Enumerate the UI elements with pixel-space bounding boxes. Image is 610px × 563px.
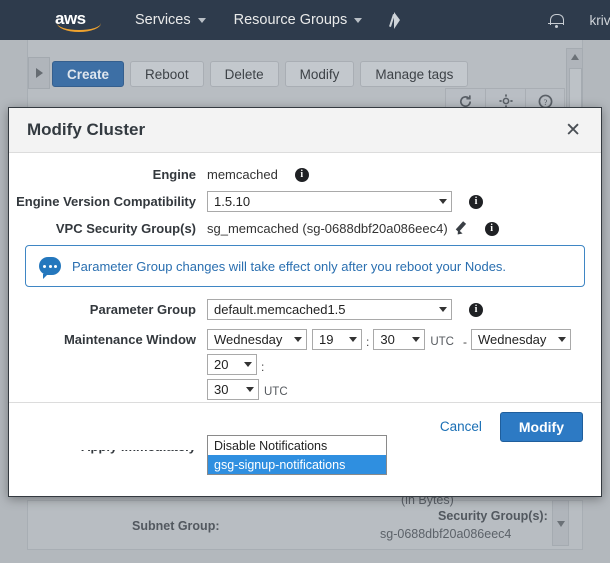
modify-submit-button[interactable]: Modify bbox=[500, 412, 583, 442]
cluster-detail-panel: (in Bytes) Subnet Group: Security Group(… bbox=[27, 500, 583, 550]
banner-text: Parameter Group changes will take effect… bbox=[72, 259, 506, 274]
maintenance-window-row: Maintenance Window Wednesday 19 : 30 bbox=[9, 329, 601, 404]
maintenance-start-minute-value: 30 bbox=[380, 332, 394, 347]
engine-version-value: 1.5.10 bbox=[214, 194, 250, 209]
chevron-down-icon bbox=[439, 307, 447, 312]
engine-value: memcached bbox=[207, 167, 278, 182]
account-menu[interactable]: krive bbox=[589, 13, 610, 28]
svg-text:?: ? bbox=[543, 96, 547, 106]
subnet-group-label: Subnet Group: bbox=[132, 519, 220, 533]
maintenance-end-utc-label: UTC bbox=[264, 386, 288, 398]
cancel-button[interactable]: Cancel bbox=[440, 419, 482, 434]
chevron-right-icon bbox=[36, 68, 43, 78]
chevron-down-icon bbox=[294, 337, 302, 342]
security-group-value: sg-0688dbf20a086eec4 bbox=[380, 527, 511, 541]
aws-logo[interactable]: aws bbox=[55, 10, 107, 31]
sidebar-expander[interactable] bbox=[28, 57, 50, 89]
time-separator: : bbox=[261, 360, 264, 374]
info-icon[interactable]: i bbox=[295, 168, 309, 182]
aws-top-nav: aws Services Resource Groups krive bbox=[0, 0, 610, 40]
info-icon[interactable]: i bbox=[469, 303, 483, 317]
parameter-group-value: default.memcached1.5 bbox=[214, 302, 346, 317]
maintenance-end-hour-value: 20 bbox=[214, 357, 228, 372]
create-button[interactable]: Create bbox=[52, 61, 124, 87]
page-scrollbar-top[interactable] bbox=[566, 48, 583, 110]
modify-cluster-dialog: Modify Cluster ✕ Engine memcached i Engi… bbox=[8, 107, 602, 497]
nav-resource-groups[interactable]: Resource Groups bbox=[234, 12, 363, 28]
range-dash: - bbox=[463, 335, 467, 349]
modify-button[interactable]: Modify bbox=[285, 61, 355, 87]
time-separator: : bbox=[366, 335, 369, 349]
maintenance-end-minute-value: 30 bbox=[214, 382, 228, 397]
page-scrollbar-bottom[interactable] bbox=[552, 500, 569, 546]
maintenance-start-utc-label: UTC bbox=[430, 336, 454, 348]
engine-label: Engine bbox=[9, 167, 207, 182]
maintenance-start-day-value: Wednesday bbox=[214, 332, 282, 347]
chevron-down-icon bbox=[354, 18, 362, 23]
pin-icon[interactable] bbox=[388, 11, 404, 29]
parameter-group-label: Parameter Group bbox=[9, 302, 207, 317]
engine-row: Engine memcached i bbox=[9, 167, 601, 182]
maintenance-start-day-select[interactable]: Wednesday bbox=[207, 329, 307, 350]
maintenance-start-hour-value: 19 bbox=[319, 332, 333, 347]
maintenance-window-label: Maintenance Window bbox=[9, 329, 207, 347]
sns-options-menu: Disable Notifications gsg-signup-notific… bbox=[207, 435, 387, 475]
sns-option-gsg-signup-notifications[interactable]: gsg-signup-notifications bbox=[208, 455, 386, 474]
chevron-down-icon bbox=[558, 337, 566, 342]
nav-right-group: krive bbox=[549, 13, 610, 28]
chevron-down-icon bbox=[349, 337, 357, 342]
dialog-body: Engine memcached i Engine Version Compat… bbox=[9, 153, 601, 450]
chevron-down-icon bbox=[557, 521, 565, 527]
parameter-group-select[interactable]: default.memcached1.5 bbox=[207, 299, 452, 320]
parameter-group-row: Parameter Group default.memcached1.5 i bbox=[9, 299, 601, 320]
speech-bubble-icon bbox=[39, 257, 61, 275]
maintenance-end-day-value: Wednesday bbox=[478, 332, 546, 347]
engine-version-row: Engine Version Compatibility 1.5.10 i bbox=[9, 191, 601, 212]
dialog-title: Modify Cluster bbox=[27, 120, 145, 140]
vpc-security-group-value: sg_memcached (sg-0688dbf20a086eec4) bbox=[207, 221, 448, 236]
scrollbar-thumb[interactable] bbox=[569, 68, 582, 108]
chevron-down-icon bbox=[198, 18, 206, 23]
dialog-header: Modify Cluster ✕ bbox=[9, 108, 601, 153]
chevron-down-icon bbox=[244, 362, 252, 367]
chevron-down-icon bbox=[439, 199, 447, 204]
chevron-down-icon bbox=[412, 337, 420, 342]
screen: aws Services Resource Groups krive Creat… bbox=[0, 0, 610, 563]
nav-services[interactable]: Services bbox=[135, 12, 206, 28]
chevron-down-icon bbox=[246, 387, 254, 392]
cluster-action-toolbar: Create Reboot Delete Modify Manage tags bbox=[52, 61, 474, 87]
security-group-label: Security Group(s): bbox=[438, 509, 548, 523]
delete-button[interactable]: Delete bbox=[210, 61, 279, 87]
bell-icon[interactable] bbox=[549, 13, 563, 28]
chevron-up-icon bbox=[571, 54, 579, 60]
edit-pencil-icon[interactable] bbox=[455, 222, 468, 235]
maintenance-start-minute-select[interactable]: 30 bbox=[373, 329, 425, 350]
maintenance-end-hour-select[interactable]: 20 bbox=[207, 354, 257, 375]
maintenance-end-minute-select[interactable]: 30 bbox=[207, 379, 259, 400]
parameter-group-info-banner: Parameter Group changes will take effect… bbox=[25, 245, 585, 287]
nav-services-label: Services bbox=[135, 12, 191, 28]
maintenance-window-controls: Wednesday 19 : 30 UTC - bbox=[207, 329, 579, 404]
vpc-security-group-label: VPC Security Group(s) bbox=[9, 221, 207, 236]
reboot-button[interactable]: Reboot bbox=[130, 61, 204, 87]
maintenance-start-hour-select[interactable]: 19 bbox=[312, 329, 362, 350]
engine-version-select[interactable]: 1.5.10 bbox=[207, 191, 452, 212]
info-icon[interactable]: i bbox=[485, 222, 499, 236]
aws-smile-icon bbox=[57, 23, 101, 32]
engine-version-label: Engine Version Compatibility bbox=[9, 194, 207, 209]
maintenance-end-day-select[interactable]: Wednesday bbox=[471, 329, 571, 350]
info-icon[interactable]: i bbox=[469, 195, 483, 209]
nav-resource-groups-label: Resource Groups bbox=[234, 12, 348, 28]
vpc-security-group-row: VPC Security Group(s) sg_memcached (sg-0… bbox=[9, 221, 601, 236]
close-icon[interactable]: ✕ bbox=[561, 119, 585, 142]
sns-option-disable[interactable]: Disable Notifications bbox=[208, 436, 386, 455]
manage-tags-button[interactable]: Manage tags bbox=[360, 61, 468, 87]
